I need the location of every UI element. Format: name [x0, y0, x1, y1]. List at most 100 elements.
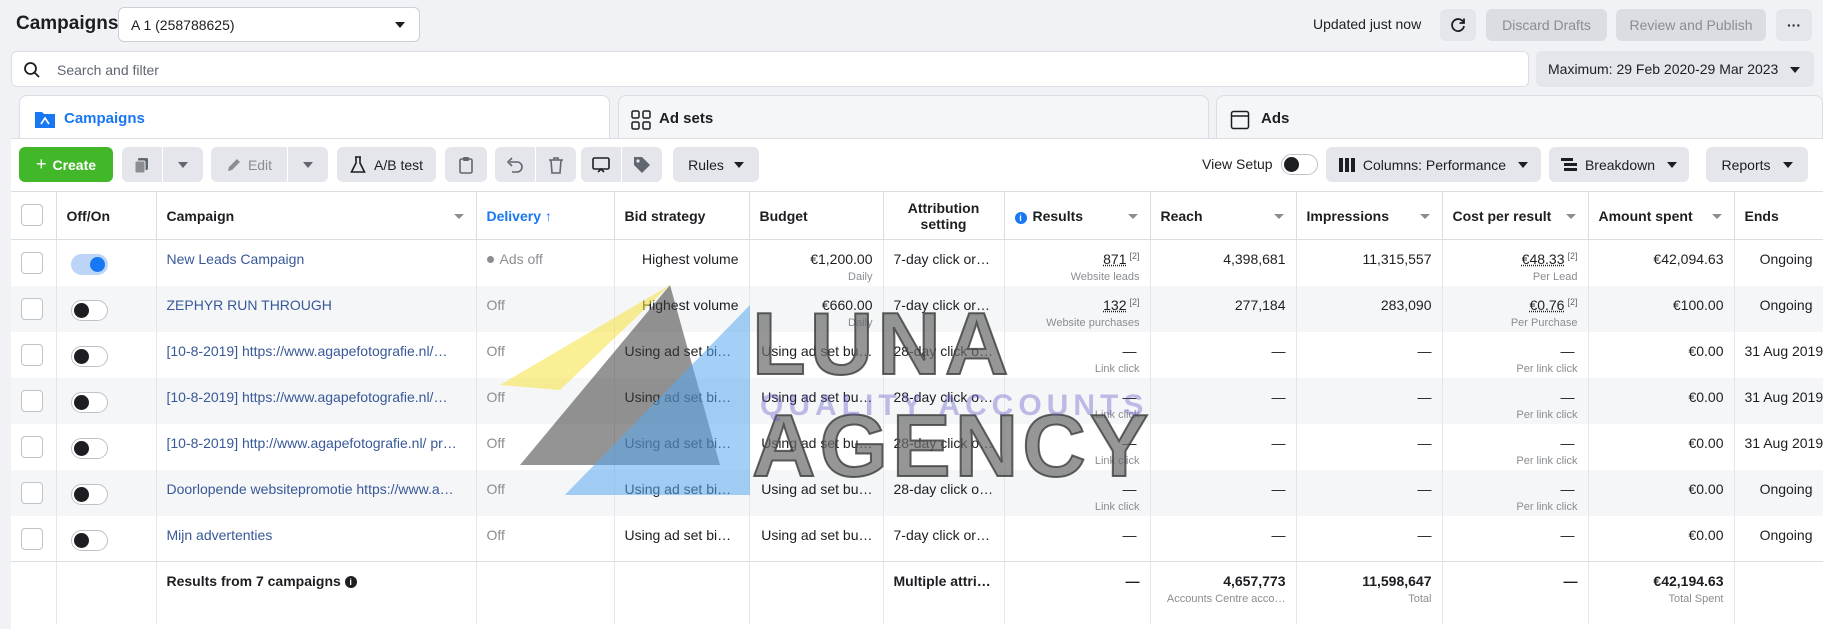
select-all-header[interactable] — [11, 191, 57, 240]
campaign-toggle[interactable] — [70, 345, 108, 367]
table-row[interactable]: Doorlopende websitepromotie https://www.… — [11, 469, 1823, 516]
tab-campaigns[interactable]: Campaigns — [19, 95, 610, 141]
view-setup-toggle[interactable] — [1281, 154, 1318, 175]
tab-ad-sets[interactable]: Ad sets — [618, 95, 1209, 141]
budget-cell[interactable]: Using ad set bu… — [749, 331, 884, 378]
ab-test-button[interactable]: A/B test — [337, 147, 436, 182]
delete-button[interactable] — [536, 147, 576, 182]
campaign-toggle[interactable] — [70, 254, 108, 275]
totals-reach: 4,657,773 Accounts Centre acco… — [1150, 561, 1297, 624]
row-select-cell[interactable] — [11, 515, 57, 562]
campaign-name-link[interactable]: [10-8-2019] http://www.agapefotografie.n… — [167, 435, 457, 451]
budget-cell[interactable]: Using ad set bu… — [749, 423, 884, 470]
column-header-cost-per-result[interactable]: Cost per result — [1442, 191, 1589, 240]
column-header-delivery[interactable]: Delivery ↑ — [476, 191, 615, 240]
campaign-name-link[interactable]: Mijn advertenties — [167, 527, 273, 543]
table-row[interactable]: [10-8-2019] https://www.agapefotografie.… — [11, 377, 1823, 424]
campaign-name-link[interactable]: [10-8-2019] https://www.agapefotografie.… — [167, 389, 448, 405]
date-range-picker[interactable]: Maximum: 29 Feb 2020-29 Mar 2023 — [1536, 51, 1814, 87]
preview-button[interactable] — [581, 147, 621, 182]
campaign-name-cell[interactable]: Mijn advertenties — [156, 515, 477, 562]
campaign-toggle[interactable] — [70, 529, 108, 551]
info-icon[interactable]: i — [344, 576, 357, 588]
row-select-cell[interactable] — [11, 331, 57, 378]
budget-cell[interactable]: €660.00 Daily — [749, 285, 884, 332]
review-publish-button[interactable]: Review and Publish — [1616, 9, 1766, 41]
column-header-attribution[interactable]: Attribution setting — [883, 191, 1005, 240]
campaign-name-cell[interactable]: [10-8-2019] http://www.agapefotografie.n… — [156, 423, 477, 470]
budget-cell[interactable]: Using ad set bu… — [749, 515, 884, 562]
clipboard-button[interactable] — [445, 147, 487, 182]
row-toggle-cell[interactable] — [56, 239, 157, 286]
row-select-cell[interactable] — [11, 285, 57, 332]
row-checkbox[interactable] — [21, 527, 43, 550]
column-header-reach[interactable]: Reach — [1150, 191, 1297, 240]
row-toggle-cell[interactable] — [56, 423, 157, 470]
row-select-cell[interactable] — [11, 239, 57, 286]
row-toggle-cell[interactable] — [56, 377, 157, 424]
column-header-bid-strategy[interactable]: Bid strategy — [614, 191, 750, 240]
campaign-name-cell[interactable]: New Leads Campaign — [156, 239, 477, 286]
search-filter-bar[interactable]: Search and filter — [11, 51, 1529, 87]
duplicate-dropdown[interactable] — [163, 147, 203, 182]
row-toggle-cell[interactable] — [56, 285, 157, 332]
table-row[interactable]: Mijn advertenties Off Using ad set bid… Usi… — [11, 515, 1823, 562]
column-header-ends[interactable]: Ends — [1734, 191, 1823, 240]
breakdown-button[interactable]: Breakdown — [1549, 147, 1689, 182]
campaign-name-link[interactable]: New Leads Campaign — [167, 251, 305, 267]
campaign-name-link[interactable]: Doorlopende websitepromotie https://www.… — [167, 481, 454, 497]
row-checkbox[interactable] — [21, 252, 43, 274]
campaign-name-cell[interactable]: [10-8-2019] https://www.agapefotografie.… — [156, 377, 477, 424]
table-row[interactable]: New Leads Campaign Ads off Highest volume €… — [11, 239, 1823, 286]
column-header-results[interactable]: i Results — [1004, 191, 1151, 240]
row-checkbox[interactable] — [21, 435, 43, 458]
row-checkbox[interactable] — [21, 297, 43, 320]
row-toggle-cell[interactable] — [56, 331, 157, 378]
budget-cell[interactable]: Using ad set bu… — [749, 377, 884, 424]
table-row[interactable]: [10-8-2019] https://www.agapefotografie.… — [11, 331, 1823, 378]
columns-button[interactable]: Columns: Performance — [1326, 147, 1541, 182]
more-options-button[interactable]: ··· — [1776, 9, 1812, 41]
column-header-budget[interactable]: Budget — [749, 191, 884, 240]
campaign-toggle[interactable] — [70, 299, 108, 321]
rules-button[interactable]: Rules — [673, 147, 759, 182]
reports-button[interactable]: Reports — [1706, 147, 1808, 182]
campaign-name-cell[interactable]: Doorlopende websitepromotie https://www.… — [156, 469, 477, 516]
tag-button[interactable] — [622, 147, 662, 182]
search-input[interactable]: Search and filter — [57, 62, 159, 78]
discard-drafts-button[interactable]: Discard Drafts — [1486, 9, 1607, 41]
duplicate-button[interactable] — [122, 147, 162, 182]
row-checkbox[interactable] — [21, 481, 43, 504]
table-row[interactable]: ZEPHYR RUN THROUGH Off Highest volume €660.… — [11, 285, 1823, 332]
campaign-toggle[interactable] — [70, 483, 108, 505]
campaign-toggle[interactable] — [70, 437, 108, 459]
create-button[interactable]: + Create — [19, 147, 113, 182]
row-select-cell[interactable] — [11, 377, 57, 424]
undo-button[interactable] — [495, 147, 535, 182]
row-toggle-cell[interactable] — [56, 469, 157, 516]
refresh-button[interactable] — [1440, 9, 1476, 41]
tab-ads[interactable]: Ads — [1216, 95, 1823, 141]
row-checkbox[interactable] — [21, 389, 43, 412]
table-row[interactable]: [10-8-2019] http://www.agapefotografie.n… — [11, 423, 1823, 470]
campaign-name-link[interactable]: [10-8-2019] https://www.agapefotografie.… — [167, 343, 448, 359]
edit-dropdown[interactable] — [288, 147, 328, 182]
budget-cell[interactable]: €1,200.00 Daily — [749, 239, 884, 286]
row-select-cell[interactable] — [11, 469, 57, 516]
column-header-campaign[interactable]: Campaign — [156, 191, 477, 240]
account-select[interactable]: A 1 (258788625) — [118, 7, 420, 42]
select-all-checkbox[interactable] — [21, 203, 43, 226]
campaign-toggle[interactable] — [70, 391, 108, 413]
edit-button[interactable]: Edit — [211, 147, 287, 182]
campaign-name-link[interactable]: ZEPHYR RUN THROUGH — [167, 297, 332, 313]
budget-cell[interactable]: Using ad set bu… — [749, 469, 884, 516]
column-header-impressions[interactable]: Impressions — [1296, 191, 1443, 240]
campaign-name-cell[interactable]: [10-8-2019] https://www.agapefotografie.… — [156, 331, 477, 378]
row-checkbox[interactable] — [21, 343, 43, 366]
row-toggle-cell[interactable] — [56, 515, 157, 562]
results-sub: Link click — [1094, 408, 1140, 421]
column-header-off-on[interactable]: Off/On — [56, 191, 157, 240]
row-select-cell[interactable] — [11, 423, 57, 470]
column-header-amount-spent[interactable]: Amount spent — [1588, 191, 1735, 240]
campaign-name-cell[interactable]: ZEPHYR RUN THROUGH — [156, 285, 477, 332]
